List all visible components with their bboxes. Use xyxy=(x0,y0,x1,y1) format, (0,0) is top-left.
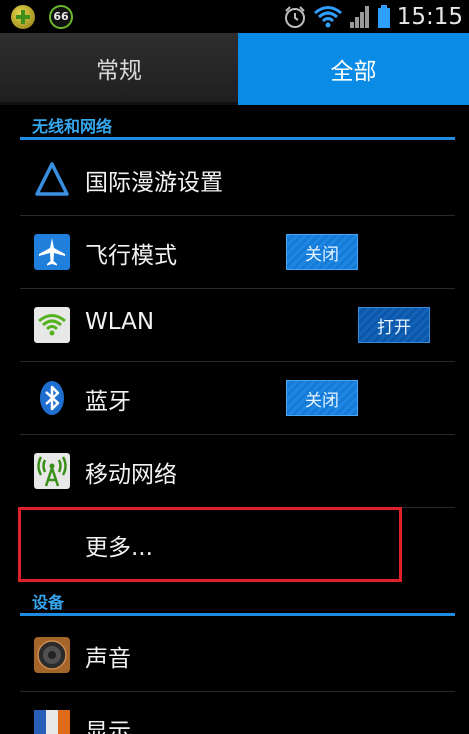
setting-row-sound[interactable]: 声音 xyxy=(20,619,455,692)
app-notification-icon xyxy=(11,5,35,29)
bluetooth-toggle[interactable]: 关闭 xyxy=(286,380,358,416)
status-indicators: 15:15 xyxy=(283,2,463,31)
bluetooth-icon xyxy=(40,381,64,415)
section-divider xyxy=(20,137,455,140)
section-header-wireless: 无线和网络 xyxy=(20,110,469,140)
clock-time: 15:15 xyxy=(396,3,463,30)
speaker-icon xyxy=(34,637,70,673)
section-header-device: 设备 xyxy=(20,586,469,616)
setting-label: 声音 xyxy=(85,646,131,672)
setting-label: 蓝牙 xyxy=(85,389,131,415)
section-title: 设备 xyxy=(32,593,65,612)
airplane-mode-toggle[interactable]: 关闭 xyxy=(286,234,358,270)
setting-label: 移动网络 xyxy=(85,462,177,488)
tab-general[interactable]: 常规 xyxy=(0,33,238,105)
section-divider xyxy=(20,613,455,616)
battery-icon xyxy=(377,4,390,28)
mobile-network-icon xyxy=(34,453,70,489)
highlight-box xyxy=(18,507,402,582)
setting-label: 飞行模式 xyxy=(85,243,177,269)
alarm-clock-icon xyxy=(284,5,305,28)
wifi-icon xyxy=(34,307,70,343)
setting-row-airplane[interactable]: 飞行模式 关闭 xyxy=(20,216,455,289)
tab-bar: 常规 全部 xyxy=(0,33,469,105)
setting-row-wlan[interactable]: WLAN 打开 xyxy=(20,289,455,362)
setting-label: 国际漫游设置 xyxy=(85,170,223,196)
tab-all[interactable]: 全部 xyxy=(238,33,469,105)
wlan-toggle[interactable]: 打开 xyxy=(358,307,430,343)
setting-row-bluetooth[interactable]: 蓝牙 关闭 xyxy=(20,362,455,435)
badge-notification-icon: 66 xyxy=(49,5,73,29)
status-bar: 66 15:15 xyxy=(0,0,469,33)
setting-label: 显示 xyxy=(85,719,131,734)
signal-strength-icon xyxy=(349,5,369,28)
roaming-triangle-icon xyxy=(35,162,69,196)
setting-row-mobile-network[interactable]: 移动网络 xyxy=(20,435,455,508)
setting-row-roaming[interactable]: 国际漫游设置 xyxy=(20,143,455,216)
setting-row-display[interactable]: 显示 xyxy=(20,692,455,734)
setting-label: WLAN xyxy=(85,309,155,335)
section-title: 无线和网络 xyxy=(32,117,113,136)
display-icon xyxy=(34,710,70,734)
wifi-status-icon xyxy=(313,5,342,27)
airplane-icon xyxy=(34,234,70,270)
